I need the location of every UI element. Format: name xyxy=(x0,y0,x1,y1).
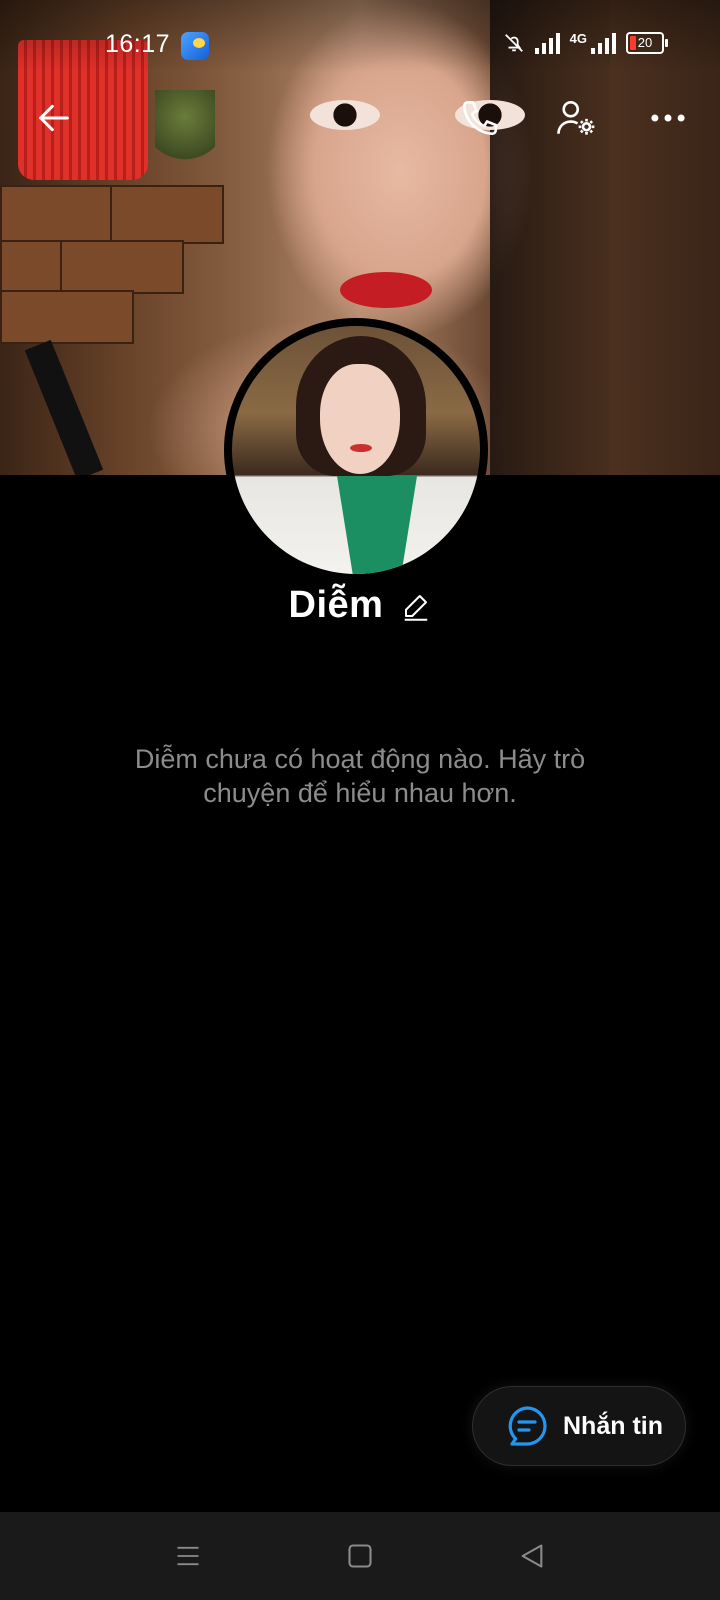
user-settings-icon xyxy=(557,100,595,135)
triangle-back-icon xyxy=(521,1544,543,1568)
more-horizontal-icon xyxy=(651,114,685,122)
weather-app-icon xyxy=(181,32,209,60)
cover-strap xyxy=(24,339,104,475)
name-row: Diễm xyxy=(0,584,720,627)
avatar-face xyxy=(320,364,400,474)
profile-settings-button[interactable] xyxy=(548,90,604,146)
more-options-button[interactable] xyxy=(640,90,696,146)
wall-brick xyxy=(110,185,224,244)
battery-level: 20 xyxy=(637,35,653,50)
send-message-button[interactable]: Nhắn tin xyxy=(472,1386,686,1466)
square-icon xyxy=(348,1544,372,1568)
mute-bell-icon xyxy=(504,34,523,52)
chat-bubble-icon xyxy=(508,1406,547,1446)
wall-brick xyxy=(0,185,114,244)
network-type: 4G xyxy=(569,30,587,46)
wall-brick xyxy=(0,290,134,344)
menu-lines-icon xyxy=(177,1546,199,1566)
send-message-label: Nhắn tin xyxy=(563,1411,663,1440)
status-bar: 16:17 4G 20 xyxy=(0,28,720,64)
status-icons: 4G 20 xyxy=(503,30,668,54)
avatar-mouth xyxy=(350,444,372,452)
wall-brick xyxy=(0,240,64,294)
phone-icon xyxy=(462,100,498,136)
signal-icon-2 xyxy=(591,32,616,54)
profile-name: Diễm xyxy=(288,584,384,626)
nav-home-button[interactable] xyxy=(336,1532,384,1580)
system-navigation-bar xyxy=(0,1512,720,1600)
profile-avatar[interactable] xyxy=(224,318,488,582)
back-button[interactable] xyxy=(26,90,82,146)
nav-back-button[interactable] xyxy=(508,1532,556,1580)
status-time: 16:17 xyxy=(105,30,171,58)
nav-recents-button[interactable] xyxy=(164,1532,212,1580)
arrow-left-icon xyxy=(39,104,69,132)
cover-lips xyxy=(340,272,432,308)
signal-icon xyxy=(534,32,560,54)
battery-icon: 20 xyxy=(626,32,668,54)
avatar-image xyxy=(232,326,480,574)
empty-activity-message: Diễm chưa có hoạt động nào. Hãy trò chuy… xyxy=(134,744,586,808)
top-action-bar xyxy=(0,90,720,150)
call-button[interactable] xyxy=(452,90,508,146)
avatar-clothing xyxy=(337,476,417,574)
pencil-icon[interactable] xyxy=(401,591,431,621)
wall-brick xyxy=(60,240,184,294)
